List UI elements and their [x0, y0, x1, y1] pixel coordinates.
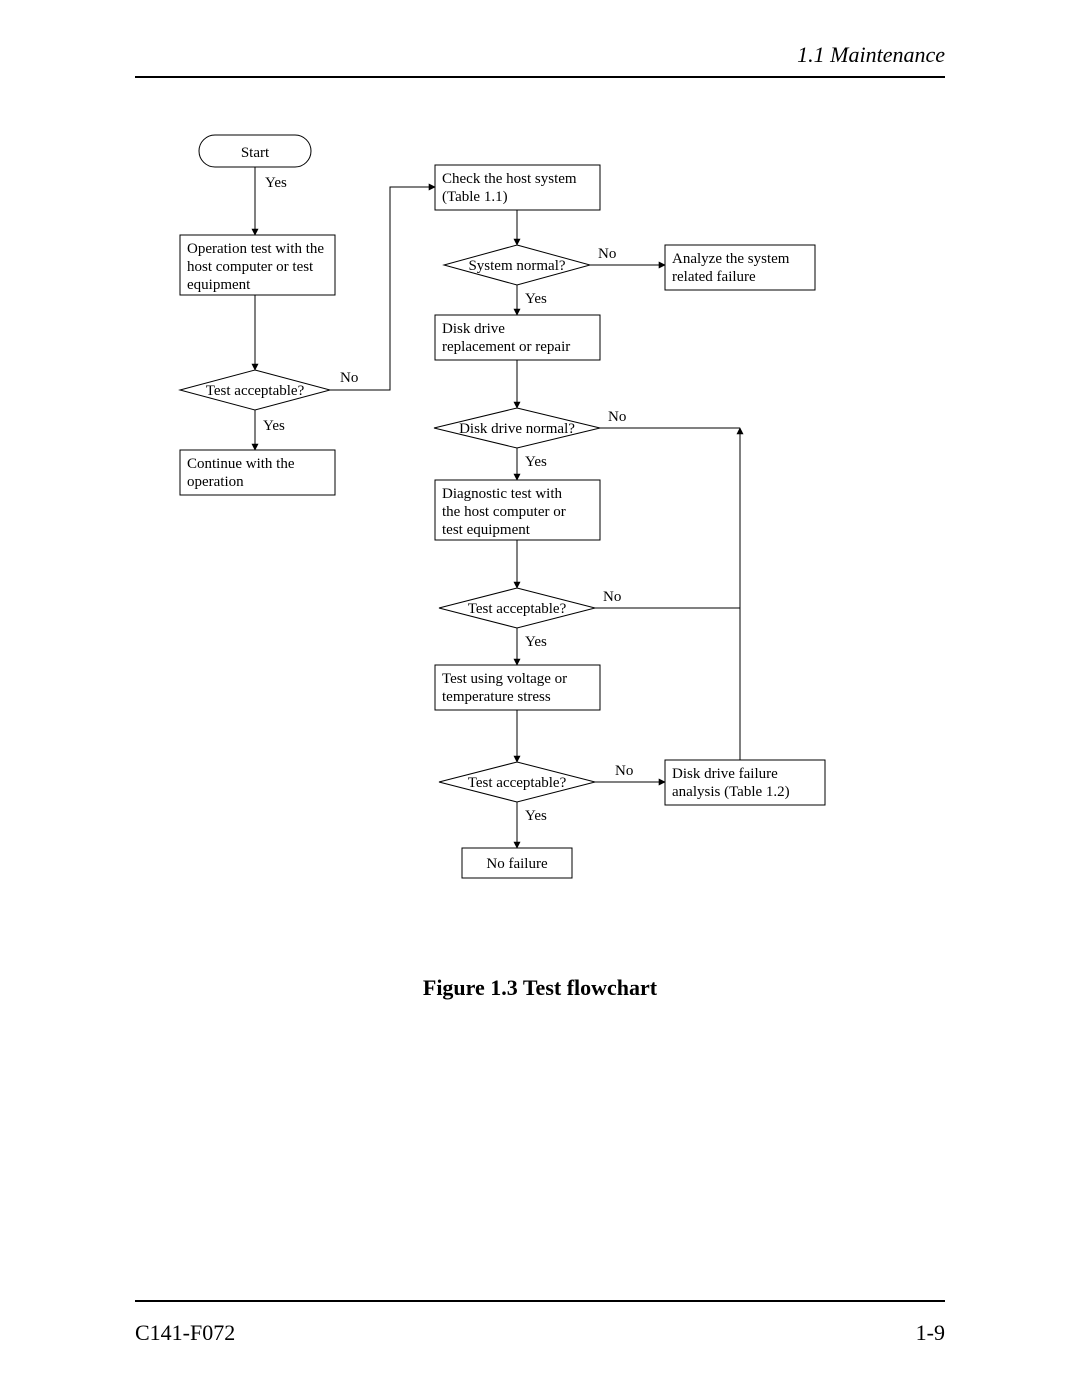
op-test-line3: equipment: [187, 277, 251, 293]
rule-bottom: [135, 1300, 945, 1302]
disk-normal: Disk drive normal?: [459, 421, 575, 437]
label-no-5: No: [615, 763, 633, 779]
diag-1: Diagnostic test with: [442, 486, 562, 502]
no-failure: No failure: [486, 856, 548, 872]
system-normal: System normal?: [468, 258, 565, 274]
ddfail-2: analysis (Table 1.2): [672, 784, 790, 800]
check-host-2: (Table 1.1): [442, 189, 508, 205]
analyze-2: related failure: [672, 269, 756, 285]
stress-1: Test using voltage or: [442, 671, 567, 687]
label-no-4: No: [603, 589, 621, 605]
label-no-2: No: [598, 246, 616, 262]
stress-2: temperature stress: [442, 689, 551, 705]
footer-left: C141-F072: [135, 1320, 235, 1346]
continue-line2: operation: [187, 474, 244, 490]
check-host-1: Check the host system: [442, 171, 577, 187]
label-yes-3: Yes: [525, 291, 547, 307]
rule-top: [135, 76, 945, 78]
test-acceptable-1: Test acceptable?: [206, 383, 305, 399]
diskrepl-1: Disk drive: [442, 321, 505, 337]
label-no: No: [340, 370, 358, 386]
label-yes: Yes: [265, 175, 287, 191]
test-acceptable-3: Test acceptable?: [468, 775, 567, 791]
start-label: Start: [241, 145, 270, 161]
diag-2: the host computer or: [442, 504, 566, 520]
label-no-3: No: [608, 409, 626, 425]
label-yes-4: Yes: [525, 454, 547, 470]
label-yes-5: Yes: [525, 634, 547, 650]
op-test-line1: Operation test with the: [187, 241, 324, 257]
analyze-1: Analyze the system: [672, 251, 790, 267]
continue-line1: Continue with the: [187, 456, 295, 472]
flowchart: Start Yes Operation test with the host c…: [135, 125, 945, 955]
page: 1.1 Maintenance Start Yes Operation test…: [0, 0, 1080, 1397]
label-yes-2: Yes: [263, 418, 285, 434]
page-header: 1.1 Maintenance: [797, 42, 945, 68]
label-yes-6: Yes: [525, 808, 547, 824]
diskrepl-2: replacement or repair: [442, 339, 570, 355]
op-test-line2: host computer or test: [187, 259, 314, 275]
ddfail-1: Disk drive failure: [672, 766, 778, 782]
footer-right: 1-9: [916, 1320, 945, 1346]
test-acceptable-2: Test acceptable?: [468, 601, 567, 617]
figure-caption: Figure 1.3 Test flowchart: [0, 975, 1080, 1001]
diag-3: test equipment: [442, 522, 531, 538]
